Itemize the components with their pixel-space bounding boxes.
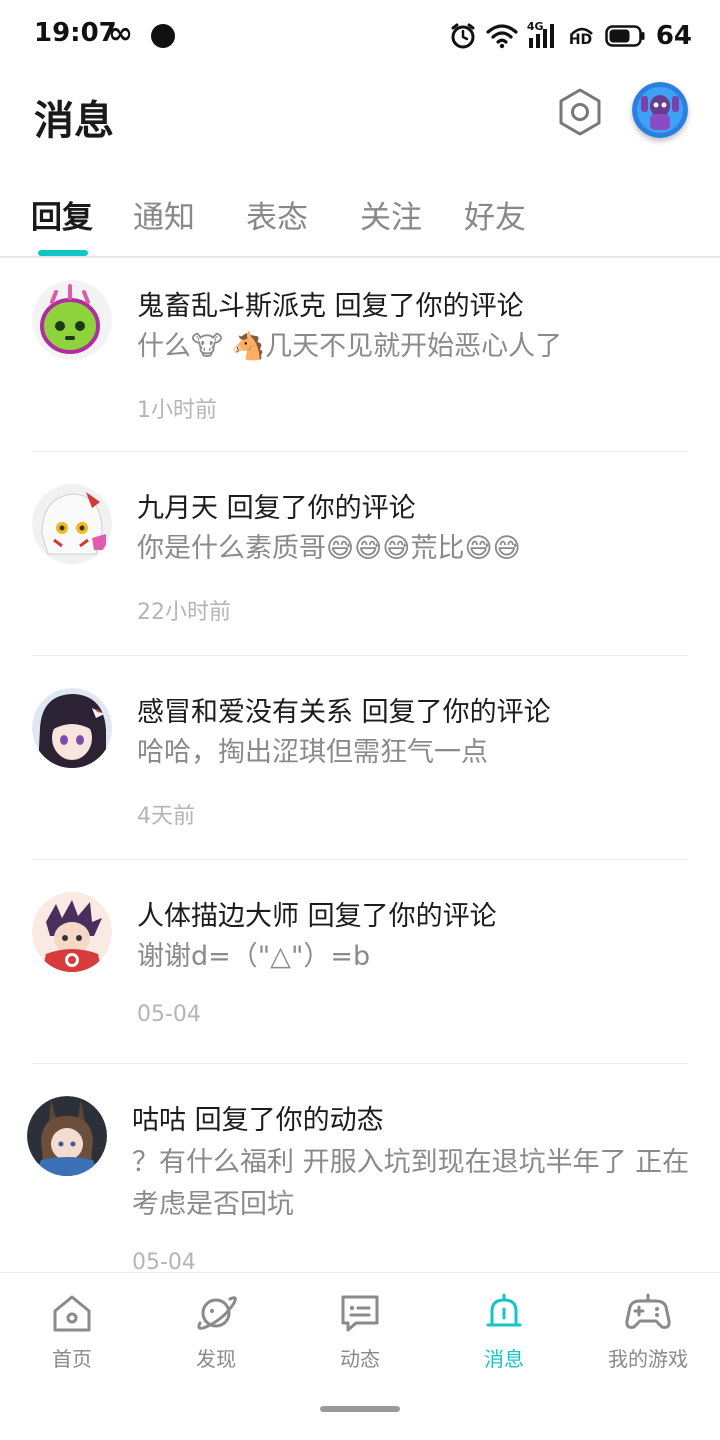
message-list[interactable]: 鬼畜乱斗斯派克 回复了你的评论 什么🐮 🐴几天不见就开始恶心人了 1小时前 九月…: [0, 258, 720, 1272]
battery-icon: [605, 25, 645, 47]
infinity-icon: ∞: [108, 16, 133, 51]
message-body: ？有什么福利 开服入坑到现在退坑半年了 正在考虑是否回坑: [132, 1147, 690, 1220]
message-body: 什么🐮 🐴几天不见就开始恶心人了: [137, 331, 563, 362]
gamepad-icon: [625, 1293, 671, 1329]
message-body: 你是什么素质哥😅😅😅荒比😅😅: [137, 533, 521, 564]
list-item[interactable]: 人体描边大师 回复了你的评论 谢谢d=（"△"）=b 05-04: [0, 860, 720, 1064]
nav-discover[interactable]: 发现: [144, 1291, 288, 1372]
message-title: 人体描边大师 回复了你的评论: [137, 901, 497, 932]
tab-reply[interactable]: 回复: [31, 192, 93, 237]
nav-label: 动态: [340, 1347, 380, 1371]
message-time: 05-04: [137, 1002, 201, 1027]
tab-indicator: [38, 250, 88, 256]
avatar[interactable]: [32, 280, 112, 360]
battery-level: 64: [655, 21, 692, 51]
nav-label: 消息: [484, 1347, 524, 1371]
status-icons: 4G HD 64: [449, 16, 692, 56]
avatar[interactable]: [27, 1096, 107, 1176]
chat-icon: [341, 1295, 379, 1332]
tab-reaction[interactable]: 表态: [246, 192, 308, 237]
nav-feed[interactable]: 动态: [288, 1291, 432, 1372]
home-indicator[interactable]: [320, 1406, 400, 1412]
status-bar: 19:07 ∞ 4G HD 64: [0, 0, 720, 70]
tab-bar: 回复 通知 表态 关注 好友: [0, 184, 720, 258]
avatar[interactable]: [632, 82, 688, 138]
tab-follow[interactable]: 关注: [360, 192, 422, 237]
avatar[interactable]: [32, 484, 112, 564]
message-title: 九月天 回复了你的评论: [137, 493, 416, 524]
message-time: 22小时前: [137, 600, 231, 625]
list-item[interactable]: 感冒和爱没有关系 回复了你的评论 哈哈，掏出涩琪但需狂气一点 4天前: [0, 656, 720, 860]
avatar[interactable]: [32, 892, 112, 972]
message-time: 1小时前: [137, 398, 217, 423]
hd-label: HD: [568, 32, 593, 48]
bell-icon: [486, 1293, 522, 1327]
message-body: 哈哈，掏出涩琪但需狂气一点: [137, 737, 488, 768]
settings-button[interactable]: [554, 86, 606, 138]
tab-notice[interactable]: 通知: [133, 192, 195, 237]
message-body: 谢谢d=（"△"）=b: [137, 941, 371, 972]
tab-friends[interactable]: 好友: [464, 192, 526, 237]
wifi-icon: [486, 24, 518, 49]
notification-dot-icon: [151, 24, 175, 48]
message-title: 咕咕 回复了你的动态: [132, 1105, 384, 1136]
nav-label: 我的游戏: [608, 1347, 688, 1371]
list-item[interactable]: 鬼畜乱斗斯派克 回复了你的评论 什么🐮 🐴几天不见就开始恶心人了 1小时前: [0, 258, 720, 452]
hd-icon: HD: [568, 22, 596, 50]
nav-home[interactable]: 首页: [0, 1291, 144, 1372]
alarm-icon: [451, 23, 475, 49]
message-time: 4天前: [137, 804, 195, 829]
signal-icon: 4G: [527, 20, 559, 50]
message-title: 感冒和爱没有关系 回复了你的评论: [137, 697, 551, 728]
planet-icon: [197, 1296, 237, 1330]
nav-label: 发现: [196, 1347, 236, 1371]
list-item[interactable]: 九月天 回复了你的评论 你是什么素质哥😅😅😅荒比😅😅 22小时前: [0, 452, 720, 656]
message-title: 鬼畜乱斗斯派克 回复了你的评论: [137, 291, 524, 322]
status-time: 19:07: [34, 18, 117, 48]
avatar[interactable]: [32, 688, 112, 768]
list-item[interactable]: 咕咕 回复了你的动态 ？有什么福利 开服入坑到现在退坑半年了 正在考虑是否回坑 …: [0, 1064, 720, 1272]
message-time: 05-04: [132, 1250, 196, 1272]
nav-messages[interactable]: 消息: [432, 1291, 576, 1372]
nav-my-games[interactable]: 我的游戏: [576, 1291, 720, 1372]
page-title: 消息: [34, 98, 114, 144]
nav-label: 首页: [52, 1347, 92, 1371]
bottom-nav: 首页 发现 动态 消息 我的游戏: [0, 1272, 720, 1440]
home-icon: [53, 1295, 91, 1332]
gear-icon: [559, 88, 601, 136]
